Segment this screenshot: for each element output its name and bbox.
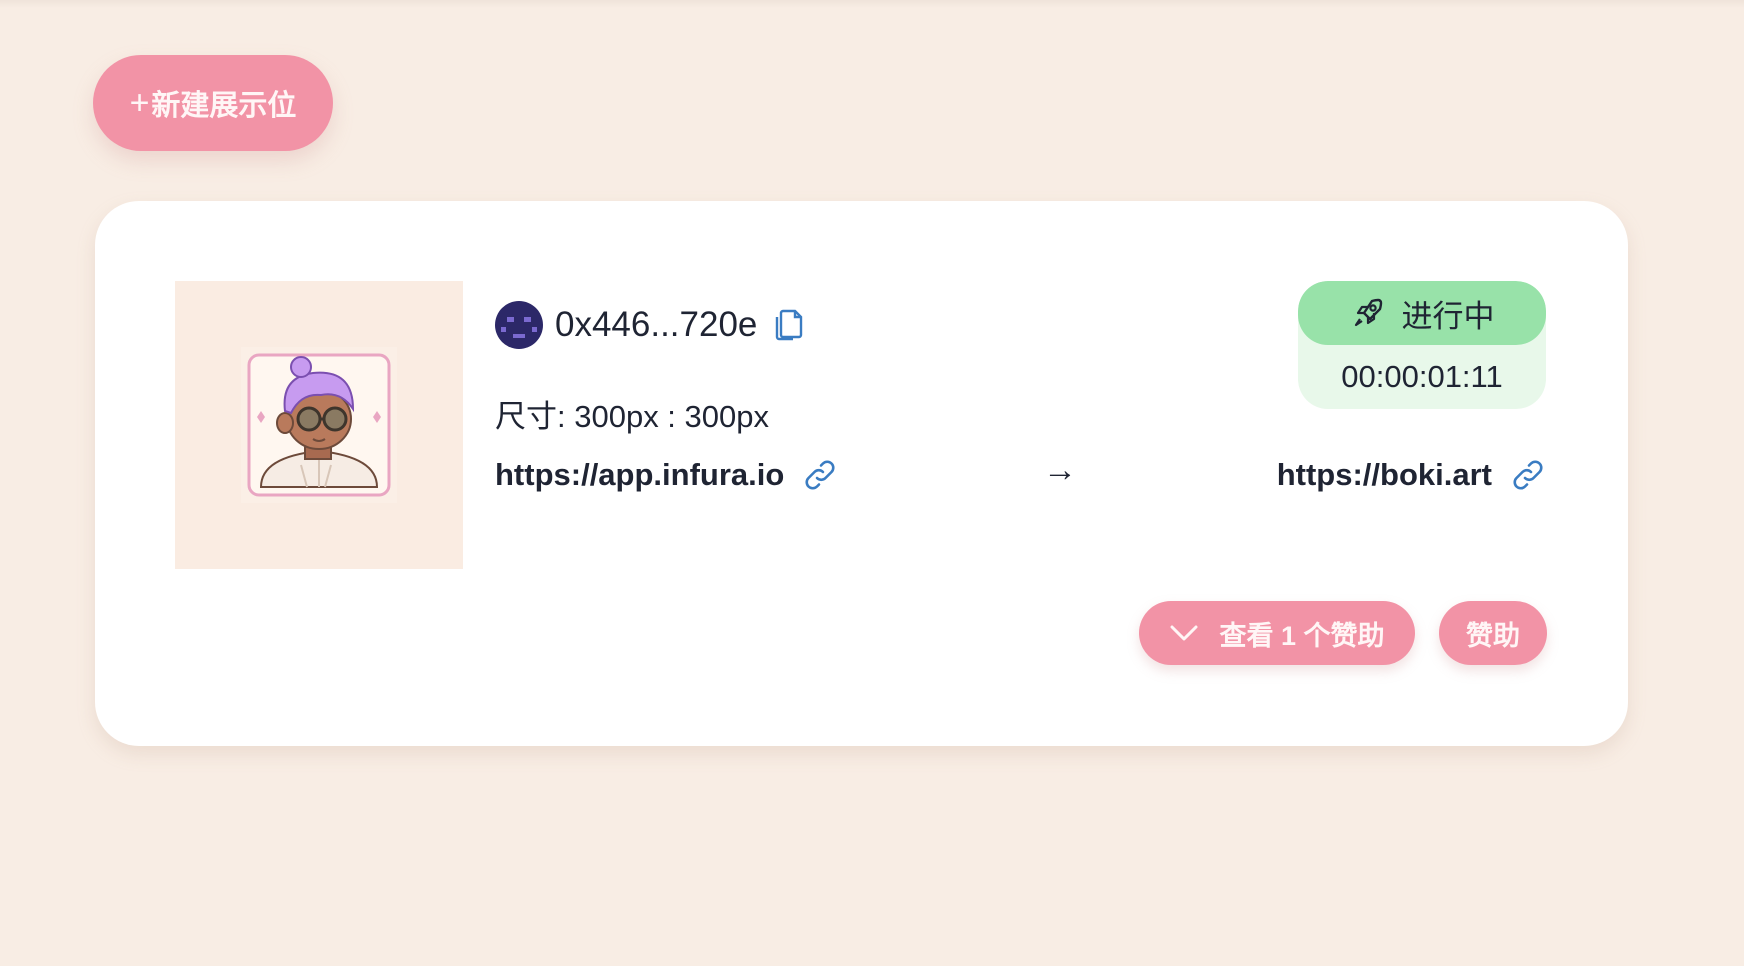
new-slot-button[interactable]: + 新建展示位 xyxy=(93,55,333,151)
top-shadow xyxy=(0,0,1744,8)
plus-icon: + xyxy=(129,84,150,122)
status-label: 进行中 xyxy=(1401,298,1495,334)
redirect-arrow: → xyxy=(1043,451,1077,489)
character-illustration xyxy=(241,347,397,503)
new-slot-label: 新建展示位 xyxy=(151,90,297,122)
source-url[interactable]: https://app.infura.io xyxy=(495,457,784,493)
status-timer: 00:00:01:11 xyxy=(1341,359,1503,394)
owner-address: 0x446...720e xyxy=(555,305,758,344)
slot-size: 尺寸: 300px : 300px xyxy=(495,399,769,434)
link-icon[interactable] xyxy=(802,457,838,493)
view-sponsors-label: 查看 1 个赞助 xyxy=(1219,620,1385,651)
status-header: 进行中 xyxy=(1298,281,1546,345)
sponsor-button[interactable]: 赞助 xyxy=(1439,601,1547,665)
link-icon[interactable] xyxy=(1510,457,1546,493)
target-link[interactable]: https://boki.art xyxy=(1277,453,1546,497)
slot-card: 0x446...720e 尺寸: 300px : 300px https://a… xyxy=(95,201,1628,746)
chevron-down-icon xyxy=(1170,625,1198,641)
status-badge: 进行中 00:00:01:11 xyxy=(1298,281,1546,409)
view-sponsors-button[interactable]: 查看 1 个赞助 xyxy=(1139,601,1415,665)
slot-owner: 0x446...720e xyxy=(495,301,805,349)
owner-avatar xyxy=(495,301,543,349)
copy-icon[interactable] xyxy=(773,307,805,343)
slot-thumbnail xyxy=(175,281,463,569)
rocket-icon xyxy=(1354,298,1382,327)
source-link[interactable]: https://app.infura.io xyxy=(495,453,838,497)
target-url[interactable]: https://boki.art xyxy=(1277,457,1492,493)
